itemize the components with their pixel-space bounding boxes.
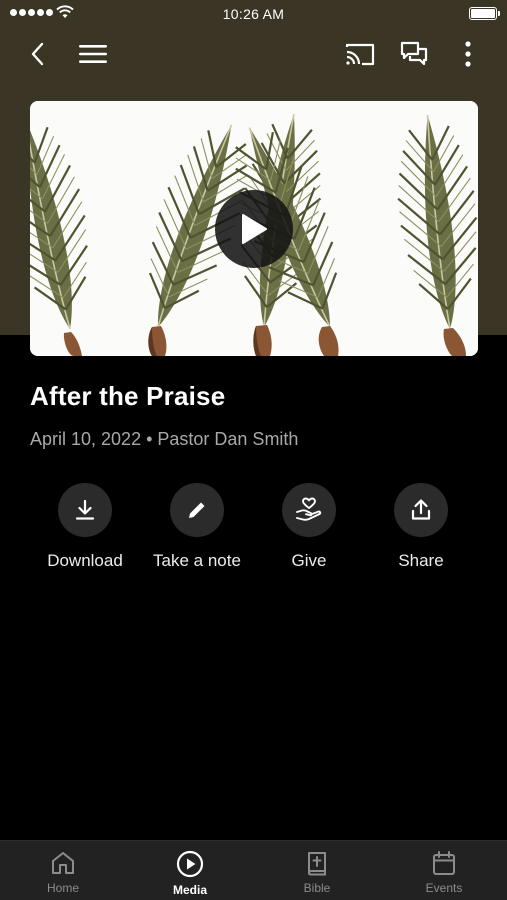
bottom-tab-bar: Home Media Bible Events [0, 840, 507, 900]
tab-home[interactable]: Home [0, 841, 126, 900]
pencil-icon [189, 501, 206, 518]
media-title: After the Praise [30, 381, 226, 411]
tab-home-label: Home [46, 881, 79, 895]
top-nav-bar [0, 30, 507, 76]
tab-bible[interactable]: Bible [254, 841, 380, 900]
chat-bubbles-icon [400, 41, 428, 66]
battery-icon [469, 7, 500, 20]
download-label: Download [47, 551, 123, 570]
chat-button[interactable] [396, 36, 432, 72]
tab-events[interactable]: Events [381, 841, 507, 900]
give-button[interactable]: Give [253, 483, 365, 571]
play-icon [242, 214, 267, 244]
share-button-circle[interactable] [394, 483, 448, 537]
tab-media-label: Media [172, 883, 207, 897]
status-bar: 10:26 AM [0, 0, 507, 28]
media-thumbnail[interactable] [30, 101, 478, 356]
download-icon [75, 499, 95, 520]
download-button-circle[interactable] [58, 483, 112, 537]
meta-separator: • [146, 429, 153, 449]
share-icon [411, 499, 431, 520]
play-button[interactable] [215, 190, 293, 268]
media-meta: April 10, 2022 • Pastor Dan Smith [30, 429, 298, 450]
play-circle-icon [176, 850, 204, 878]
give-label: Give [291, 551, 327, 570]
status-time: 10:26 AM [222, 6, 285, 22]
back-button[interactable] [20, 36, 56, 72]
menu-button[interactable] [75, 36, 111, 72]
chevron-left-icon [31, 42, 44, 66]
take-note-label: Take a note [153, 551, 241, 570]
heart-hand-icon [296, 497, 322, 521]
download-button[interactable]: Download [29, 483, 141, 571]
calendar-icon [433, 851, 455, 875]
media-date: April 10, 2022 [30, 429, 142, 449]
cast-icon [345, 43, 375, 66]
bible-icon [308, 852, 326, 876]
take-note-button-circle[interactable] [170, 483, 224, 537]
take-note-button[interactable]: Take a note [141, 483, 253, 571]
give-button-circle[interactable] [282, 483, 336, 537]
media-actions: Download Take a note Give Share [0, 483, 507, 583]
tab-media[interactable]: Media [127, 841, 253, 900]
more-vertical-icon [465, 41, 471, 67]
hamburger-menu-icon [79, 45, 107, 63]
media-speaker: Pastor Dan Smith [157, 429, 299, 449]
share-button[interactable]: Share [365, 483, 477, 571]
tab-bible-label: Bible [303, 881, 331, 895]
share-label: Share [398, 551, 444, 570]
cast-button[interactable] [342, 36, 378, 72]
more-options-button[interactable] [450, 36, 486, 72]
tab-events-label: Events [425, 881, 463, 895]
home-icon [52, 852, 74, 874]
